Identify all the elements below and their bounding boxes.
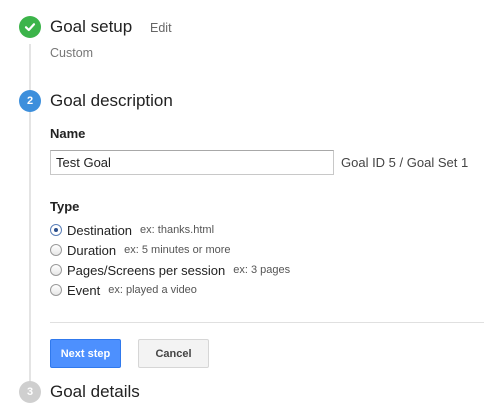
cancel-button[interactable]: Cancel [138,339,209,368]
step-number-badge: 2 [19,90,41,112]
step-title-goal-details: Goal details [50,382,140,401]
type-option-example: ex: thanks.html [140,224,215,236]
goal-id-text: Goal ID 5 / Goal Set 1 [341,155,469,170]
type-option-example: ex: 5 minutes or more [124,244,231,256]
type-option-duration[interactable]: Duration ex: 5 minutes or more [50,241,231,259]
radio-pages-screens[interactable] [50,264,62,276]
edit-goal-setup-link[interactable]: Edit [150,21,172,35]
radio-duration[interactable] [50,244,62,256]
type-option-label: Event [67,282,101,298]
type-option-example: ex: 3 pages [233,264,291,276]
goal-setup-summary: Custom [50,46,94,60]
type-option-example: ex: played a video [108,284,197,296]
goal-name-input[interactable] [50,150,334,175]
type-option-label: Pages/Screens per session [67,262,226,278]
checkmark-icon [24,23,36,32]
step-title-goal-description: Goal description [50,91,173,110]
radio-event[interactable] [50,284,62,296]
step-complete-badge [19,16,41,38]
type-option-label: Destination [67,222,133,238]
type-label: Type [50,199,80,214]
divider [50,322,484,323]
radio-destination[interactable] [50,224,62,236]
type-option-pages-screens[interactable]: Pages/Screens per session ex: 3 pages [50,261,290,279]
next-step-button[interactable]: Next step [50,339,121,368]
name-label: Name [50,126,86,141]
type-option-destination[interactable]: Destination ex: thanks.html [50,221,214,239]
type-option-label: Duration [67,242,117,258]
step-number-badge: 3 [19,381,41,403]
step-title-goal-setup: Goal setup [50,17,133,36]
type-option-event[interactable]: Event ex: played a video [50,281,197,299]
